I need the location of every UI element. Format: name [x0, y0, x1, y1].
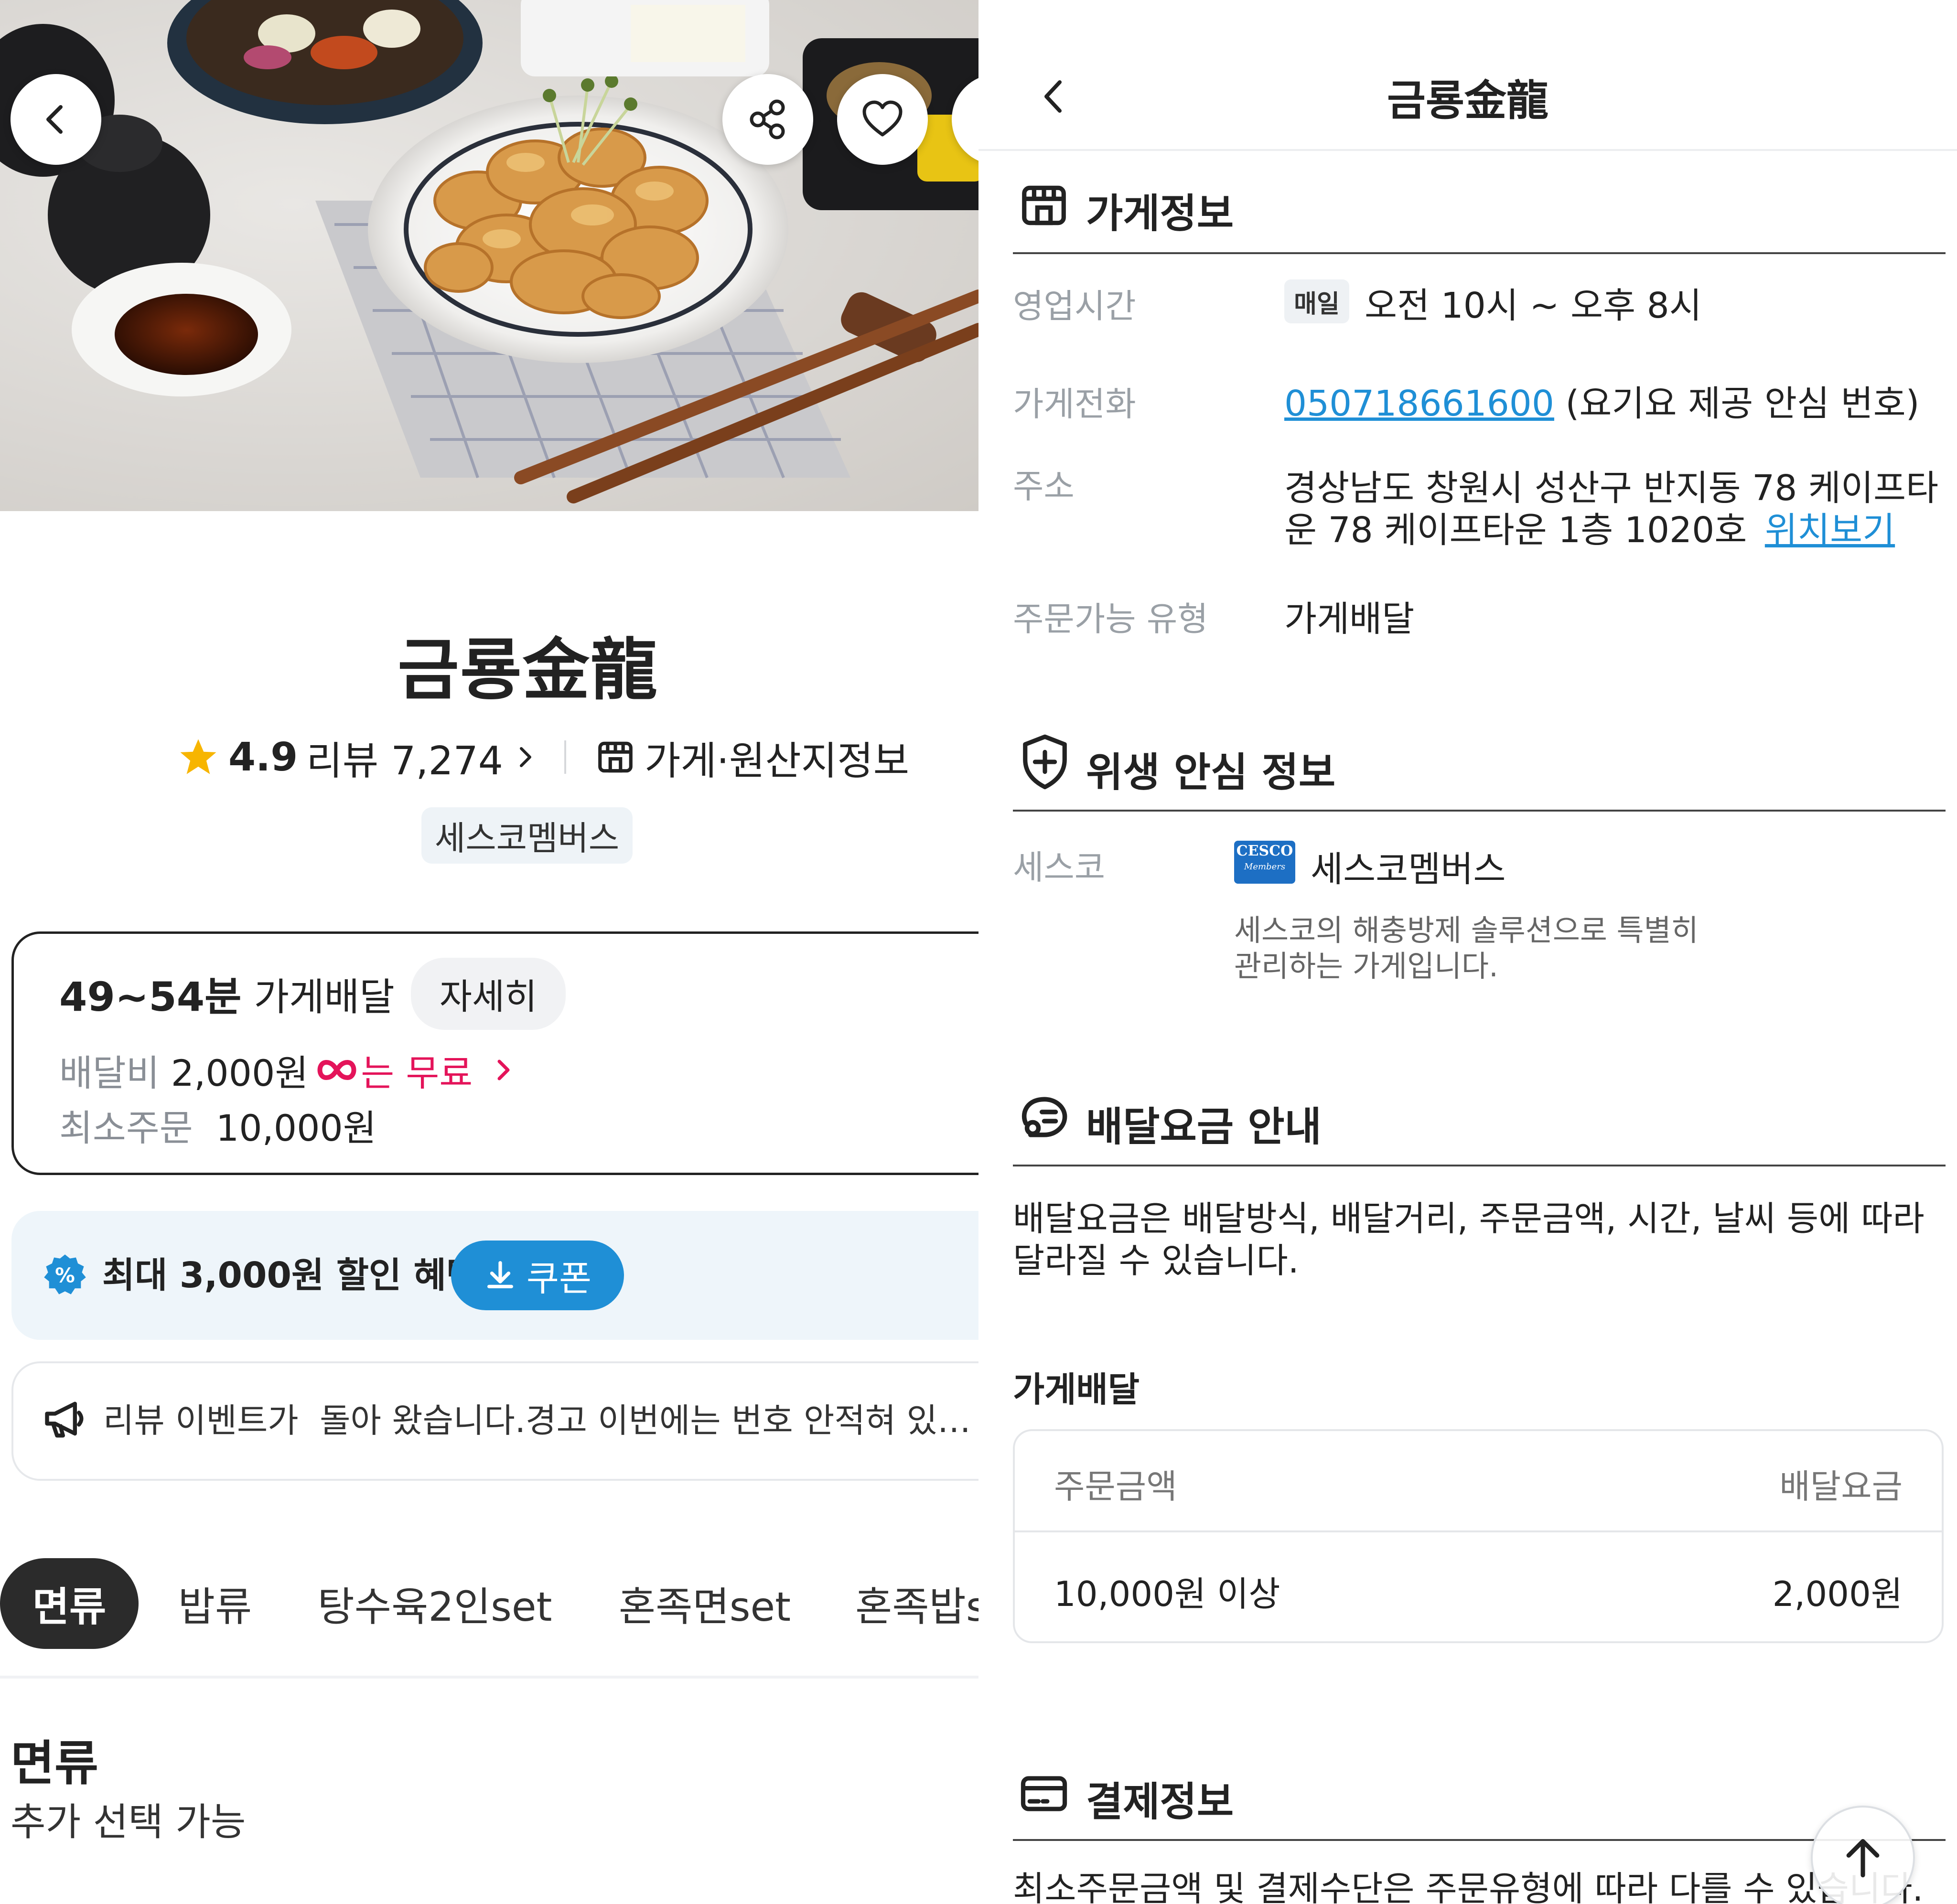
min-order-row: 최소주문 10,000원 [59, 1099, 376, 1151]
cesco-desc-2: 관리하는 가게입니다. [1234, 949, 1498, 984]
membership-infinity-icon [317, 1059, 356, 1080]
payment-title: 결제정보 [1086, 1778, 1234, 1825]
cesco-logo-sub: Members [1244, 862, 1286, 872]
address-line2: 운 78 케이프타운 1층 1020호 [1284, 510, 1747, 551]
fee-table-header: 주문금액 배달요금 [1015, 1431, 1942, 1532]
delivery-fee-row: 배달비 2,000원 는 무료 [59, 1044, 518, 1096]
section-title: 면류 [11, 1735, 98, 1791]
min-order-label: 최소주문 [59, 1107, 193, 1149]
tab-divider [0, 1676, 978, 1679]
delivery-detail-button[interactable]: 자세히 [410, 958, 566, 1030]
hours-badge: 매일 [1284, 279, 1349, 323]
cesco-logo: CESCO Members [1234, 841, 1295, 884]
header-divider [978, 149, 1957, 151]
card-icon [1021, 1776, 1067, 1811]
tab-solo-rice-set[interactable]: 혼족밥s [855, 1558, 978, 1649]
col-delivery-fee: 배달요금 [1779, 1467, 1903, 1506]
back-button[interactable] [11, 74, 101, 165]
section-divider [1013, 810, 1946, 812]
review-link[interactable]: 리뷰 7,274 [306, 729, 503, 786]
cesco-label: 세스코 [1013, 848, 1106, 887]
delivery-fee-desc-2: 달라질 수 있습니다. [1013, 1241, 1299, 1281]
scroll-top-button[interactable] [1811, 1806, 1915, 1904]
phone-label: 가게전화 [1013, 385, 1136, 424]
hygiene-title: 위생 안심 정보 [1086, 749, 1336, 796]
download-icon [487, 1261, 513, 1288]
share-button[interactable] [722, 74, 813, 165]
col-order-amount: 주문금액 [1054, 1467, 1177, 1506]
delivery-time-row: 49~54분 가게배달 자세히 [59, 958, 566, 1030]
store-icon [598, 741, 633, 773]
chevron-right-icon [519, 747, 531, 767]
store-main-panel: 금룡金龍 4.9 리뷰 7,274 가게·원산지정보 세스코멤버스 49~54분… [0, 0, 978, 1904]
coupon-percent-icon: % [44, 1254, 86, 1294]
delivery-fee-table: 주문금액 배달요금 10,000원 이상 2,000원 [1013, 1429, 1944, 1643]
section-subtitle: 추가 선택 가능 [11, 1800, 246, 1844]
section-divider [1013, 1839, 1946, 1841]
cesco-logo-text: CESCO [1236, 843, 1293, 859]
section-divider [1013, 252, 1946, 254]
section-divider [1013, 1165, 1946, 1166]
delivery-fee-title: 배달요금 안내 [1086, 1103, 1322, 1150]
divider [564, 740, 566, 774]
phone-note: (요기요 제공 안심 번호) [1565, 383, 1920, 424]
order-type-label: 주문가능 유형 [1013, 599, 1208, 639]
delivery-type: 가게배달 [254, 974, 395, 1019]
shield-plus-icon [1023, 734, 1067, 790]
hours-value: 오전 10시 ~ 오후 8시 [1365, 285, 1702, 326]
coupon-button-label: 쿠폰 [526, 1258, 592, 1299]
order-type-value: 가게배달 [1284, 599, 1415, 640]
delivery-fee-label: 배달비 [59, 1052, 160, 1094]
store-icon [1022, 185, 1066, 225]
chevron-right-icon[interactable] [490, 1056, 518, 1084]
store-info-panel: 금룡金龍 가게정보 영업시간 매일 오전 10시 ~ 오후 8시 가게전화 05… [978, 0, 1957, 1904]
rating-value: 4.9 [228, 734, 298, 780]
star-icon [180, 739, 216, 774]
share-icon [750, 99, 785, 139]
hours-label: 영업시간 [1013, 287, 1136, 326]
coupon-text: 최대 3,000원 할인 혜택 [102, 1255, 479, 1296]
store-info-link[interactable]: 가게·원산지정보 [645, 729, 909, 786]
tab-noodles[interactable]: 면류 [0, 1558, 139, 1649]
store-name: 금룡金龍 [398, 631, 658, 709]
delivery-fee-value: 2,000원 [171, 1052, 309, 1094]
delivery-icon [1022, 1097, 1067, 1137]
address-line2-row: 운 78 케이프타운 1층 1020호 위치보기 [1284, 502, 1895, 553]
tab-solo-noodle-set[interactable]: 혼족면set [616, 1558, 793, 1649]
min-order-value: 10,000원 [215, 1107, 376, 1149]
map-link[interactable]: 위치보기 [1765, 510, 1895, 551]
tab-rice[interactable]: 밥류 [172, 1558, 258, 1649]
payment-desc: 최소주문금액 및 결제수단은 주문유형에 따라 다를 수 있습니다. [1013, 1869, 1924, 1904]
phone-link[interactable]: 050718661600 [1284, 383, 1554, 424]
store-info-title: 가게정보 [1086, 190, 1234, 237]
coupon-banner[interactable]: % 최대 3,000원 할인 혜택 쿠폰 [11, 1211, 978, 1340]
favorite-button[interactable] [837, 74, 928, 165]
cesco-name: 세스코멤버스 [1311, 849, 1506, 890]
store-notice[interactable]: 리뷰 이벤트가 돌아 왔습니다.경고 이번에는 번호 안적혀 있… [11, 1361, 978, 1481]
cesco-badge: 세스코멤버스 [421, 807, 633, 864]
row-delivery-fee: 2,000원 [1772, 1574, 1903, 1614]
header-title: 금룡金龍 [1387, 76, 1548, 125]
delivery-info-card[interactable]: 49~54분 가게배달 자세히 배달비 2,000원 는 무료 최소주문 10,… [11, 931, 978, 1175]
delivery-free-text: 는 무료 [361, 1052, 473, 1094]
notice-text: 리뷰 이벤트가 돌아 왔습니다.경고 이번에는 번호 안적혀 있… [103, 1401, 971, 1440]
store-hero-image [0, 0, 978, 511]
delivery-time: 49~54분 [59, 973, 242, 1020]
heart-icon [862, 100, 903, 137]
address-label: 주소 [1013, 467, 1075, 506]
phone-row: 050718661600 (요기요 제공 안심 번호) [1284, 375, 1920, 426]
tab-tangsuyuk-set[interactable]: 탕수육2인set [315, 1558, 554, 1649]
rating-row: 4.9 리뷰 7,274 가게·원산지정보 [177, 729, 909, 786]
back-icon [46, 105, 63, 134]
row-order-amount: 10,000원 이상 [1054, 1574, 1280, 1614]
food-photo-illustration [0, 0, 978, 503]
coupon-download-button[interactable]: 쿠폰 [451, 1241, 624, 1310]
megaphone-icon [45, 1401, 84, 1438]
svg-text:%: % [55, 1264, 75, 1287]
delivery-fee-subtitle: 가게배달 [1013, 1369, 1140, 1410]
fee-table-row: 10,000원 이상 2,000원 [1015, 1532, 1942, 1641]
arrow-up-icon [1846, 1839, 1880, 1878]
